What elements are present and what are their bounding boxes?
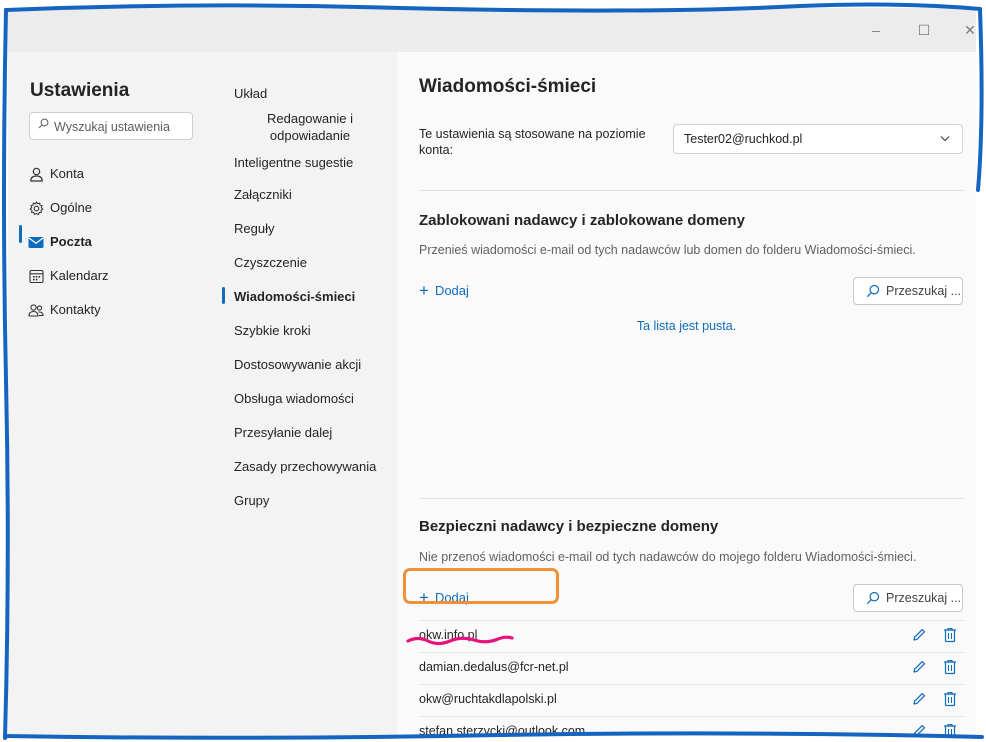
safe-sender-address: damian.dedalus@fcr-net.pl xyxy=(419,660,569,674)
safe-sender-address: okw@ruchtakdlapolski.pl xyxy=(419,692,557,706)
delete-trash-icon[interactable] xyxy=(943,627,957,648)
minimize-button[interactable]: – xyxy=(866,20,886,40)
chevron-down-icon xyxy=(938,131,952,150)
search-safe-senders-button[interactable]: Przeszukaj ... xyxy=(853,584,963,612)
sidebar-item-poczta[interactable]: Poczta xyxy=(28,229,92,255)
add-blocked-sender-button[interactable]: + Dodaj xyxy=(419,280,469,300)
subnav-item-label-line: Redagowanie i xyxy=(266,111,353,126)
sidebar-item-label: Konta xyxy=(50,166,84,181)
delete-trash-icon[interactable] xyxy=(943,691,957,712)
active-subnav-indicator xyxy=(222,287,225,304)
search-icon xyxy=(866,591,880,605)
sidebar-item-kontakty[interactable]: Kontakty xyxy=(28,297,101,323)
subnav-item-obsluga-wiadomosci[interactable]: Obsługa wiadomości xyxy=(234,390,354,407)
mail-icon xyxy=(28,234,44,250)
settings-window: – ☐ ✕ Ustawienia Konta Ogólne xyxy=(8,8,976,736)
account-dropdown-value: Tester02@ruchkod.pl xyxy=(684,132,803,146)
subnav-item-przesylanie-dalej[interactable]: Przesyłanie dalej xyxy=(234,424,332,441)
safe-sender-row: damian.dedalus@fcr-net.pl xyxy=(419,652,965,683)
edit-pencil-icon[interactable] xyxy=(911,659,927,680)
blocked-senders-description: Przenieś wiadomości e-mail od tych nadaw… xyxy=(419,243,916,257)
subnav-item-uklad[interactable]: Układ xyxy=(234,85,267,102)
sidebar-item-ogolne[interactable]: Ogólne xyxy=(28,195,92,221)
underline-annotation xyxy=(406,635,514,646)
edit-pencil-icon[interactable] xyxy=(911,627,927,648)
close-button[interactable]: ✕ xyxy=(960,20,976,40)
settings-search-input[interactable] xyxy=(52,117,191,136)
safe-sender-row: stefan.sterzycki@outlook.com xyxy=(419,716,965,736)
sidebar-item-label: Kalendarz xyxy=(50,268,109,283)
settings-title: Ustawienia xyxy=(30,80,130,101)
section-divider xyxy=(419,498,965,499)
subnav-item-szybkie-kroki[interactable]: Szybkie kroki xyxy=(234,322,311,339)
subnav-item-zalaczniki[interactable]: Załączniki xyxy=(234,186,292,203)
sidebar-item-label: Kontakty xyxy=(50,302,101,317)
blocked-senders-title: Zablokowani nadawcy i zablokowane domeny xyxy=(419,212,745,229)
search-label: Przeszukaj ... xyxy=(886,591,962,605)
blocked-list-empty-message: Ta lista jest pusta. xyxy=(636,319,737,333)
highlight-annotation-box xyxy=(403,568,559,604)
delete-trash-icon[interactable] xyxy=(943,723,957,736)
settings-search[interactable] xyxy=(29,112,193,140)
search-icon xyxy=(38,118,49,132)
gear-icon xyxy=(28,200,44,216)
search-blocked-senders-button[interactable]: Przeszukaj ... xyxy=(853,277,963,305)
add-label: Dodaj xyxy=(434,283,469,298)
sidebar-item-label: Ogólne xyxy=(50,200,92,215)
account-dropdown[interactable]: Tester02@ruchkod.pl xyxy=(673,124,963,154)
account-scope-label: Te ustawienia są stosowane na poziomie k… xyxy=(419,127,646,157)
subnav-item-redagowanie[interactable]: Redagowanie i odpowiadanie xyxy=(255,110,365,144)
person-icon xyxy=(28,166,44,182)
section-divider xyxy=(419,190,965,191)
mail-settings-subnav: Układ Redagowanie i odpowiadanie Intelig… xyxy=(215,52,397,736)
sidebar-item-kalendarz[interactable]: Kalendarz xyxy=(28,263,109,289)
subnav-item-zasady-przechowywania[interactable]: Zasady przechowywania xyxy=(234,458,376,475)
edit-pencil-icon[interactable] xyxy=(911,723,927,736)
calendar-icon xyxy=(28,268,44,284)
safe-senders-description: Nie przenoś wiadomości e-mail od tych na… xyxy=(419,550,917,564)
subnav-item-reguly[interactable]: Reguły xyxy=(234,220,274,237)
maximize-button[interactable]: ☐ xyxy=(914,20,934,40)
subnav-item-czyszczenie[interactable]: Czyszczenie xyxy=(234,254,307,271)
edit-pencil-icon[interactable] xyxy=(911,691,927,712)
plus-icon: + xyxy=(419,280,429,300)
subnav-item-dostosowywanie-akcji[interactable]: Dostosowywanie akcji xyxy=(234,356,361,373)
delete-trash-icon[interactable] xyxy=(943,659,957,680)
settings-sidebar: Ustawienia Konta Ogólne Poczta xyxy=(8,52,206,736)
people-icon xyxy=(28,302,44,318)
active-nav-indicator xyxy=(19,225,22,243)
search-label: Przeszukaj ... xyxy=(886,284,962,298)
title-bar: – ☐ ✕ xyxy=(8,8,976,52)
subnav-item-wiadomosci-smieci[interactable]: Wiadomości-śmieci xyxy=(234,288,355,305)
subnav-item-grupy[interactable]: Grupy xyxy=(234,492,269,509)
sidebar-item-label: Poczta xyxy=(50,234,92,249)
subnav-item-inteligentne-sugestie[interactable]: Inteligentne sugestie xyxy=(234,154,353,171)
search-icon xyxy=(866,284,880,298)
sidebar-item-konta[interactable]: Konta xyxy=(28,161,84,187)
subnav-item-label-line: odpowiadanie xyxy=(269,128,351,143)
safe-sender-address: stefan.sterzycki@outlook.com xyxy=(419,724,586,736)
safe-sender-row: okw@ruchtakdlapolski.pl xyxy=(419,684,965,715)
page-title: Wiadomości-śmieci xyxy=(419,76,597,97)
safe-senders-title: Bezpieczni nadawcy i bezpieczne domeny xyxy=(419,518,719,535)
